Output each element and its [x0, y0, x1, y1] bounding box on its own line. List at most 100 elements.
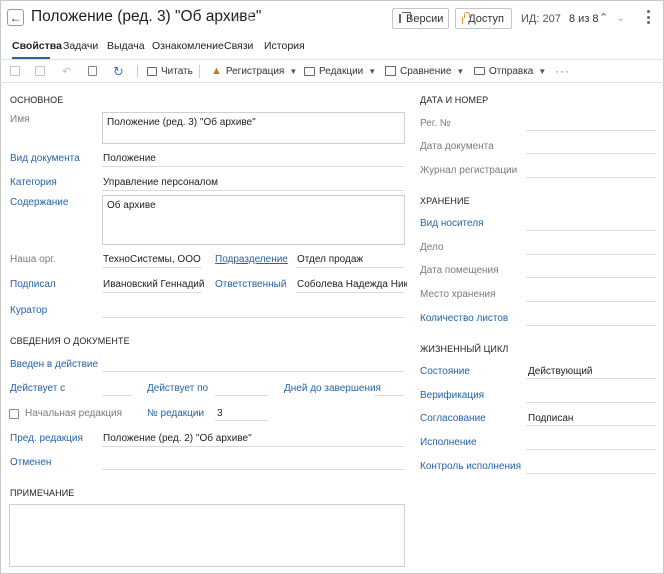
copy-button[interactable]	[88, 60, 97, 82]
effective-underline[interactable]	[102, 371, 405, 372]
back-button[interactable]: ←	[7, 9, 24, 26]
days-left-underline	[374, 395, 405, 396]
note-textarea[interactable]	[9, 504, 405, 567]
valid-from-label[interactable]: Действует с	[10, 383, 65, 394]
prev-redaction-label[interactable]: Пред. редакция	[10, 433, 83, 444]
redactions-icon	[304, 66, 315, 76]
sync-icon	[248, 12, 257, 21]
section-note-title: ПРИМЕЧАНИЕ	[10, 488, 75, 498]
toolbar-divider	[0, 82, 664, 83]
state-label[interactable]: Состояние	[420, 366, 470, 377]
signed-underline	[102, 292, 202, 293]
redaction-no-value[interactable]: 3	[217, 408, 223, 419]
tab-tasks[interactable]: Задачи	[63, 40, 98, 55]
category-label[interactable]: Категория	[10, 177, 57, 188]
name-value: Положение (ред. 3) "Об архиве"	[107, 117, 256, 128]
verification-underline[interactable]	[526, 402, 656, 403]
chevron-up-icon[interactable]: ⌃	[599, 11, 608, 24]
media-label[interactable]: Вид носителя	[420, 218, 484, 229]
chevron-down-icon[interactable]: ⌄	[616, 11, 625, 24]
comparison-menu[interactable]: Сравнение ▼	[385, 60, 464, 82]
execution-underline[interactable]	[526, 449, 656, 450]
tab-properties[interactable]: Свойства	[12, 40, 62, 55]
state-value[interactable]: Действующий	[528, 366, 593, 377]
doc-date-underline[interactable]	[526, 153, 656, 154]
save-button[interactable]	[10, 60, 20, 82]
section-details-title: СВЕДЕНИЯ О ДОКУМЕНТЕ	[10, 336, 130, 346]
exec-control-underline[interactable]	[526, 473, 656, 474]
tab-issuance[interactable]: Выдача	[107, 40, 145, 55]
chevron-down-icon: ▼	[289, 66, 298, 76]
tab-bar: Свойства Задачи Выдача Ознакомление Связ…	[0, 36, 664, 58]
save-icon	[10, 66, 20, 76]
sending-label: Отправка	[489, 65, 534, 77]
storage-place-label: Место хранения	[420, 289, 496, 300]
storage-place-underline[interactable]	[526, 301, 656, 302]
tab-history[interactable]: История	[264, 40, 305, 55]
read-label: Читать	[161, 65, 193, 77]
sending-menu[interactable]: Отправка ▼	[474, 60, 546, 82]
doctype-value[interactable]: Положение	[103, 153, 156, 164]
redactions-menu[interactable]: Редакции ▼	[304, 60, 376, 82]
toolbar-separator	[137, 65, 138, 78]
registration-menu[interactable]: ▲ Регистрация ▼	[211, 60, 297, 82]
signed-value[interactable]: Ивановский Геннадий	[103, 279, 204, 290]
execution-label[interactable]: Исполнение	[420, 437, 477, 448]
approval-value[interactable]: Подписан	[528, 413, 573, 424]
doctype-label[interactable]: Вид документа	[10, 153, 80, 164]
approval-label[interactable]: Согласование	[420, 413, 486, 424]
curator-underline[interactable]	[102, 317, 405, 318]
chevron-down-icon: ▼	[456, 66, 465, 76]
department-label[interactable]: Подразделение	[215, 254, 288, 265]
access-button[interactable]: Доступ	[455, 8, 512, 29]
refresh-button[interactable]: ↻	[113, 60, 124, 82]
department-value[interactable]: Отдел продаж	[297, 254, 363, 265]
responsible-value[interactable]: Соболева Надежда Нико...	[297, 279, 407, 290]
more-vertical-icon[interactable]	[647, 10, 650, 24]
undo-button[interactable]: ↶	[62, 60, 71, 82]
tab-links[interactable]: Связи	[224, 40, 253, 55]
category-value[interactable]: Управление персоналом	[103, 177, 218, 188]
curator-label[interactable]: Куратор	[10, 305, 47, 316]
effective-label[interactable]: Введен в действие	[10, 359, 98, 370]
access-label: Доступ	[468, 12, 504, 25]
sheets-label[interactable]: Количество листов	[420, 313, 508, 324]
reg-no-underline[interactable]	[526, 130, 656, 131]
chevron-down-icon: ▼	[538, 66, 547, 76]
responsible-label[interactable]: Ответственный	[215, 279, 286, 290]
exec-control-label[interactable]: Контроль исполнения	[420, 461, 521, 472]
versions-button[interactable]: Версии	[392, 8, 449, 29]
placed-date-underline[interactable]	[526, 277, 656, 278]
send-icon	[474, 67, 485, 75]
org-value[interactable]: ТехноСистемы, ООО	[103, 254, 201, 265]
valid-to-label[interactable]: Действует по	[147, 383, 208, 394]
case-underline[interactable]	[526, 254, 656, 255]
case-label: Дело	[420, 242, 444, 253]
save-close-button[interactable]	[35, 60, 45, 82]
valid-from-underline[interactable]	[102, 395, 132, 396]
more-horizontal-icon: ···	[555, 64, 570, 78]
media-underline[interactable]	[526, 230, 656, 231]
star-icon[interactable]: ☆	[230, 10, 242, 26]
canceled-label[interactable]: Отменен	[10, 457, 51, 468]
redaction-no-underline	[215, 420, 268, 421]
signed-label[interactable]: Подписал	[10, 279, 56, 290]
sheets-underline[interactable]	[526, 325, 656, 326]
verification-label[interactable]: Верификация	[420, 390, 484, 401]
tab-familiarization[interactable]: Ознакомление	[152, 40, 224, 55]
canceled-underline[interactable]	[102, 469, 405, 470]
doctype-underline	[102, 166, 405, 167]
days-left-label[interactable]: Дней до завершения	[284, 383, 381, 394]
section-storage-title: ХРАНЕНИЕ	[420, 196, 470, 206]
valid-to-underline[interactable]	[215, 395, 268, 396]
placed-date-label: Дата помещения	[420, 265, 499, 276]
prev-redaction-value[interactable]: Положение (ред. 2) "Об архиве"	[103, 433, 252, 444]
read-button[interactable]: Читать	[147, 60, 193, 82]
journal-underline[interactable]	[526, 177, 656, 178]
initial-redaction-checkbox[interactable]	[9, 409, 19, 419]
content-label[interactable]: Содержание	[10, 197, 68, 208]
redaction-no-label[interactable]: № редакции	[147, 408, 204, 419]
prev-redaction-underline	[102, 446, 405, 447]
reg-no-label: Рег. №	[420, 118, 451, 129]
more-button[interactable]: ···	[555, 60, 570, 82]
